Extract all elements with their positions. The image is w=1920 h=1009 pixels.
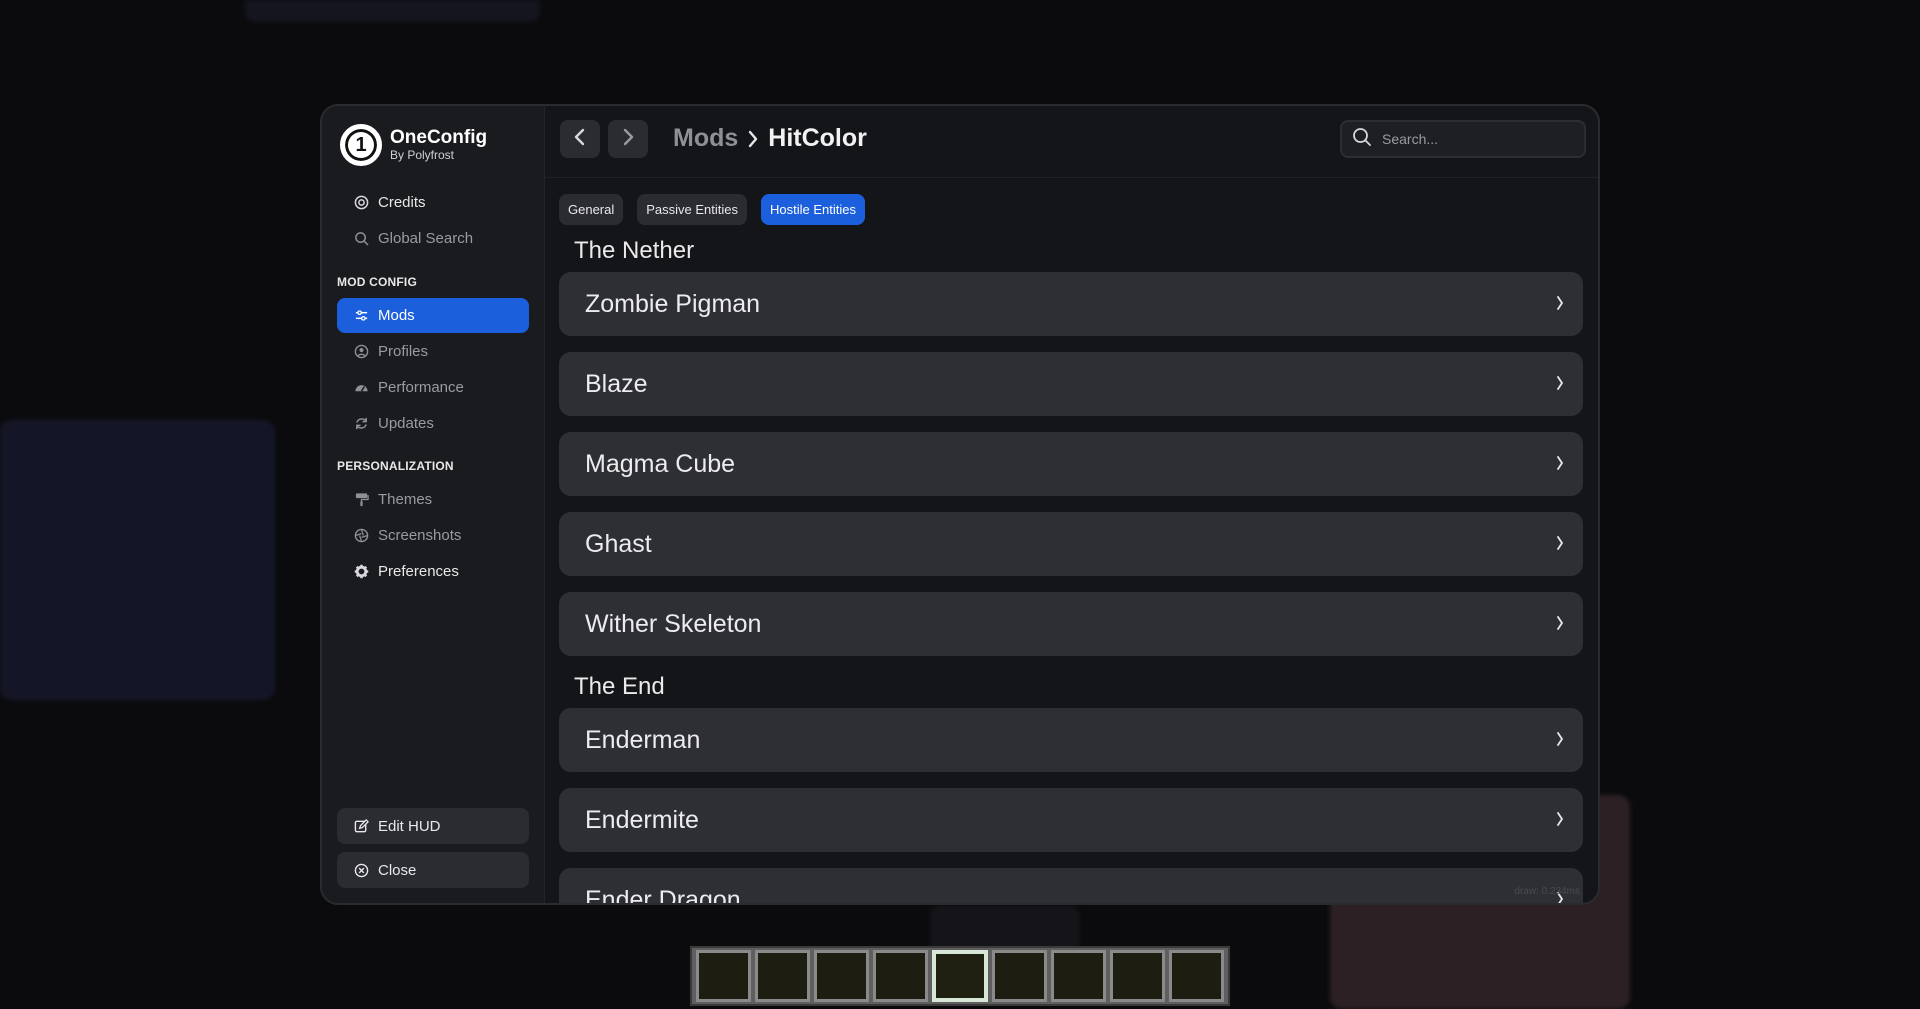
sidebar-item-label: Profiles <box>378 343 429 360</box>
chevron-right-icon <box>1555 614 1565 637</box>
background-panel <box>0 420 275 700</box>
hotbar-slot[interactable] <box>814 950 870 1002</box>
hotbar-slot[interactable] <box>991 950 1047 1002</box>
edit-icon <box>353 818 369 834</box>
tab-passive-entities[interactable]: Passive Entities <box>637 194 748 225</box>
edit-hud-label: Edit HUD <box>378 817 441 835</box>
list-item[interactable]: Magma Cube <box>559 432 1583 496</box>
sliders-icon <box>353 308 369 324</box>
list-item-label: Zombie Pigman <box>585 289 761 318</box>
header: Mods HitColor <box>545 106 1598 178</box>
forward-button[interactable] <box>608 120 648 158</box>
list-item[interactable]: Enderman <box>559 708 1583 772</box>
chevron-right-icon <box>1555 534 1565 557</box>
sidebar-item-global-search[interactable]: Global Search <box>337 221 529 256</box>
hotbar-slot[interactable] <box>1168 950 1225 1002</box>
sidebar-item-updates[interactable]: Updates <box>337 406 529 441</box>
search-box[interactable] <box>1340 120 1586 158</box>
back-button[interactable] <box>560 120 600 158</box>
list-item[interactable]: Zombie Pigman <box>559 272 1583 336</box>
oneconfig-logo-icon: 1 <box>340 124 382 166</box>
credits-icon <box>353 195 369 211</box>
sidebar-item-performance[interactable]: Performance <box>337 370 529 405</box>
hotbar-slot[interactable] <box>696 950 752 1002</box>
chevron-right-icon <box>746 130 760 148</box>
sidebar-item-screenshots[interactable]: Screenshots <box>337 518 529 553</box>
edit-hud-button[interactable]: Edit HUD <box>337 808 529 844</box>
profiles-icon <box>353 344 369 360</box>
search-input[interactable] <box>1380 130 1564 148</box>
sidebar: 1 OneConfig By Polyfrost Credits Global … <box>322 106 545 903</box>
chevron-right-icon <box>1555 454 1565 477</box>
paint-roller-icon <box>353 492 369 508</box>
sidebar-item-label: Screenshots <box>378 527 462 544</box>
sidebar-item-label: Preferences <box>378 563 459 580</box>
list-item[interactable]: Wither Skeleton <box>559 592 1583 656</box>
section-label-mod-config: MOD CONFIG <box>337 275 417 289</box>
oneconfig-window: 1 OneConfig By Polyfrost Credits Global … <box>320 104 1600 905</box>
sidebar-item-themes[interactable]: Themes <box>337 482 529 517</box>
section-label-personalization: PERSONALIZATION <box>337 459 454 473</box>
sidebar-item-label: Updates <box>378 415 434 432</box>
sidebar-item-label: Themes <box>378 491 433 508</box>
group-title-the-nether: The Nether <box>574 237 695 264</box>
chevron-left-icon <box>571 127 589 152</box>
tab-bar: General Passive Entities Hostile Entitie… <box>559 194 865 225</box>
breadcrumb-current: HitColor <box>768 124 867 152</box>
list-item[interactable]: Endermite <box>559 788 1583 852</box>
group-title-the-end: The End <box>574 673 665 700</box>
brand-subtitle: By Polyfrost <box>390 148 455 162</box>
list-item-label: Wither Skeleton <box>585 609 762 638</box>
gauge-icon <box>353 380 369 396</box>
chevron-right-icon <box>619 127 637 152</box>
breadcrumb-parent[interactable]: Mods <box>673 124 738 153</box>
sidebar-item-mods[interactable]: Mods <box>337 298 529 333</box>
brand: 1 OneConfig By Polyfrost <box>340 124 487 166</box>
list-item-label: Blaze <box>585 369 648 398</box>
chevron-right-icon <box>1555 374 1565 397</box>
list-item-label: Enderman <box>585 725 701 754</box>
refresh-icon <box>353 416 369 432</box>
close-circle-icon <box>353 862 369 878</box>
chevron-right-icon <box>1555 294 1565 317</box>
list-item-label: Ghast <box>585 529 652 558</box>
list-item-label: Magma Cube <box>585 449 736 478</box>
list-item[interactable]: Ender Dragon <box>559 868 1583 905</box>
gear-icon <box>353 564 369 580</box>
hotbar-slot[interactable] <box>1050 950 1106 1002</box>
sidebar-item-label: Credits <box>378 194 426 211</box>
hotbar <box>690 946 1230 1006</box>
tab-hostile-entities[interactable]: Hostile Entities <box>761 194 865 225</box>
chevron-right-icon <box>1555 730 1565 753</box>
hotbar-slot[interactable] <box>755 950 811 1002</box>
close-button[interactable]: Close <box>337 852 529 888</box>
list-item-label: Endermite <box>585 805 699 834</box>
entity-list: The Nether Zombie Pigman Blaze Magma Cub… <box>559 228 1583 905</box>
sidebar-item-label: Global Search <box>378 230 474 247</box>
tab-general[interactable]: General <box>559 194 624 225</box>
hotbar-slot-selected[interactable] <box>932 950 988 1002</box>
background-top-bar <box>245 0 540 22</box>
sidebar-item-profiles[interactable]: Profiles <box>337 334 529 369</box>
aperture-icon <box>353 528 369 544</box>
hotbar-slot[interactable] <box>1109 950 1165 1002</box>
search-icon <box>353 231 369 247</box>
close-label: Close <box>378 861 417 879</box>
sidebar-item-label: Mods <box>378 307 415 324</box>
list-item[interactable]: Ghast <box>559 512 1583 576</box>
hotbar-slot[interactable] <box>873 950 929 1002</box>
list-item-label: Ender Dragon <box>585 885 741 905</box>
draw-time-readout: draw: 0.234ms <box>1514 886 1580 897</box>
search-icon <box>1352 127 1372 152</box>
list-item[interactable]: Blaze <box>559 352 1583 416</box>
sidebar-item-preferences[interactable]: Preferences <box>337 554 529 589</box>
breadcrumb: Mods HitColor <box>673 124 867 153</box>
sidebar-item-label: Performance <box>378 379 464 396</box>
chevron-right-icon <box>1555 810 1565 833</box>
brand-title: OneConfig <box>390 127 488 148</box>
sidebar-item-credits[interactable]: Credits <box>337 185 529 220</box>
